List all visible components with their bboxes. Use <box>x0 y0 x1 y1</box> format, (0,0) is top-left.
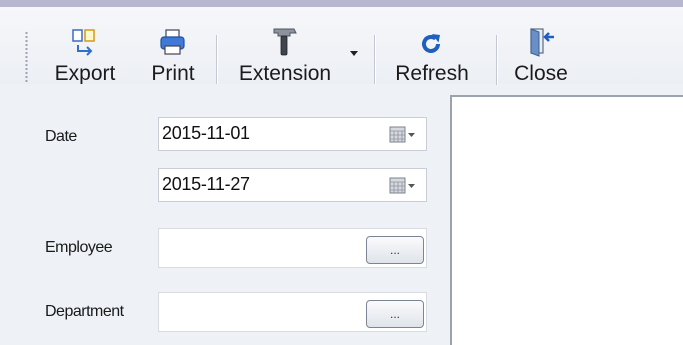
department-label: Department <box>45 303 124 320</box>
extension-button[interactable]: Extension <box>228 21 342 89</box>
door-exit-icon <box>526 21 556 57</box>
close-label: Close <box>514 62 568 85</box>
report-viewer-panel[interactable] <box>450 95 683 345</box>
calendar-dropdown-icon[interactable] <box>389 126 417 144</box>
date-to-picker[interactable]: 2015-11-27 <box>158 168 427 202</box>
toolbar-separator <box>216 35 217 85</box>
chevron-down-icon[interactable] <box>350 51 358 56</box>
print-label: Print <box>151 62 195 85</box>
department-field[interactable]: ... <box>158 292 427 332</box>
print-button[interactable]: Print <box>142 21 204 89</box>
printer-icon <box>158 21 188 57</box>
employee-field[interactable]: ... <box>158 228 427 268</box>
close-button[interactable]: Close <box>506 21 576 89</box>
date-from-value: 2015-11-01 <box>162 123 250 143</box>
refresh-button[interactable]: Refresh <box>386 21 478 89</box>
export-icon <box>70 21 100 57</box>
extension-label: Extension <box>238 62 332 85</box>
employee-browse-button[interactable]: ... <box>366 236 424 264</box>
date-from-picker[interactable]: 2015-11-01 <box>158 117 427 151</box>
export-label: Export <box>54 62 116 85</box>
window-title-strip <box>0 0 683 7</box>
calendar-dropdown-icon[interactable] <box>389 177 417 195</box>
refresh-icon <box>417 21 447 57</box>
employee-label: Employee <box>45 239 113 256</box>
department-browse-button[interactable]: ... <box>366 300 424 328</box>
toolbar-separator <box>496 35 497 85</box>
toolbar-grip[interactable] <box>25 31 28 83</box>
hammer-icon <box>270 21 300 57</box>
refresh-label: Refresh <box>395 62 469 85</box>
date-label: Date <box>45 128 77 145</box>
toolbar: Export Print Extension Refresh Close <box>0 7 683 85</box>
export-button[interactable]: Export <box>44 21 126 89</box>
filter-panel: Date 2015-11-01 2015-11-27 Employee ... … <box>0 84 450 345</box>
date-to-value: 2015-11-27 <box>162 174 250 194</box>
toolbar-separator <box>374 35 375 85</box>
